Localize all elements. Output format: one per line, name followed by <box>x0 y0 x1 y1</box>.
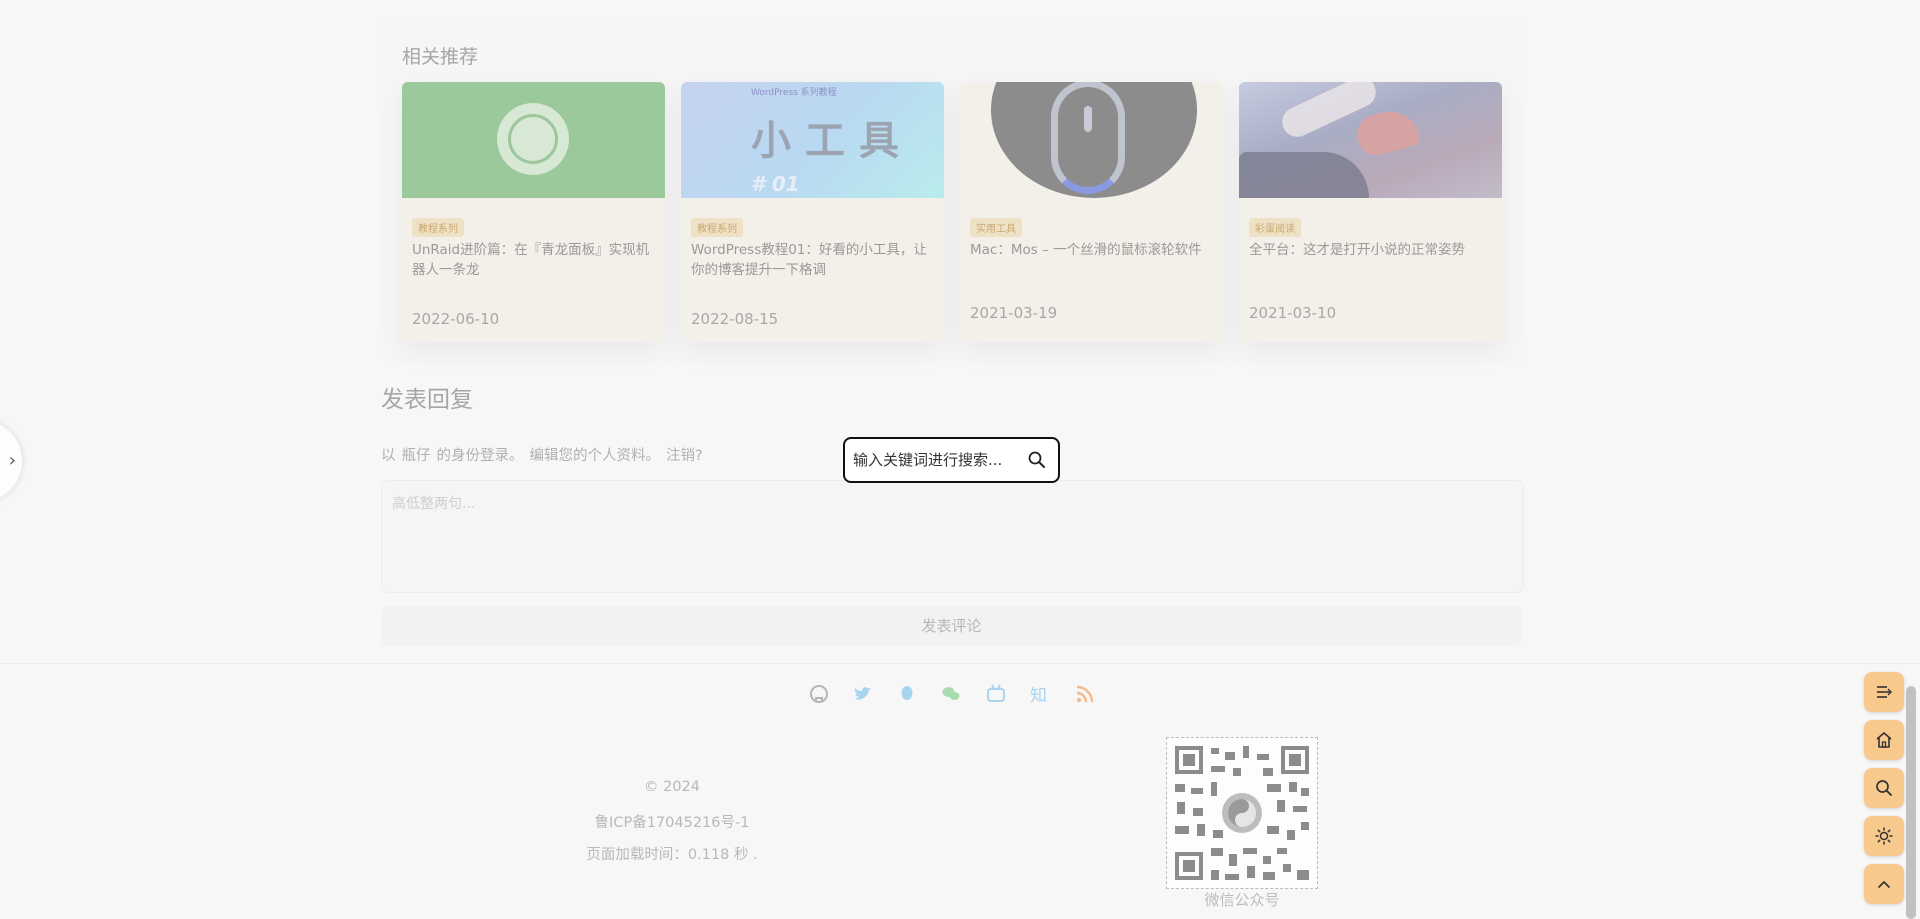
footer-divider <box>0 663 1920 664</box>
edit-profile-link[interactable]: 编辑您的个人资料。 <box>530 448 661 464</box>
related-title: 相关推荐 <box>402 46 479 68</box>
card-title[interactable]: UnRaid进阶篇：在『青龙面板』实现机器人一条龙 <box>412 240 658 280</box>
login-text: 的身份登录。 <box>436 448 524 464</box>
back-to-top-button[interactable] <box>1864 864 1904 904</box>
toc-button[interactable] <box>1864 672 1904 712</box>
thumb-heading: 小工具 <box>751 118 913 164</box>
home-button[interactable] <box>1864 720 1904 760</box>
related-posts: 相关推荐 教程系列 UnRaid进阶篇：在『青龙面板』实现机器人一条龙 2022… <box>382 18 1524 363</box>
copyright: © 2024 <box>643 779 700 795</box>
page: 相关推荐 教程系列 UnRaid进阶篇：在『青龙面板』实现机器人一条龙 2022… <box>0 0 1920 919</box>
card-thumbnail[interactable]: WordPress 系列教程 小工具 # 01 <box>681 82 944 198</box>
card-thumbnail[interactable] <box>1239 82 1502 198</box>
reply-title: 发表回复 <box>381 387 473 413</box>
search-button[interactable] <box>1864 768 1904 808</box>
category-tag[interactable]: 教程系列 <box>691 218 743 237</box>
theme-icon <box>1875 827 1893 845</box>
category-tag[interactable]: 实用工具 <box>970 218 1022 237</box>
search-input[interactable] <box>853 447 1023 473</box>
thumb-number: # 01 <box>751 172 800 196</box>
login-prefix: 以 <box>381 448 396 464</box>
chevron-up-icon <box>1878 881 1890 888</box>
icp-link[interactable]: 鲁ICP备17045216号-1 <box>472 811 872 832</box>
rss-icon[interactable] <box>1073 682 1097 706</box>
search-popup <box>843 437 1060 483</box>
card-title[interactable]: 全平台：这才是打开小说的正常姿势 <box>1249 240 1495 260</box>
card-title[interactable]: WordPress教程01：好看的小工具，让你的博客提升一下格调 <box>691 240 937 280</box>
card-thumbnail[interactable] <box>960 82 1223 198</box>
submit-comment-button[interactable]: 发表评论 <box>381 606 1522 646</box>
category-tag[interactable]: 彩蛋阅读 <box>1249 218 1301 237</box>
bilibili-icon[interactable] <box>984 682 1008 706</box>
card-thumbnail[interactable] <box>402 82 665 198</box>
login-status: 以瓶仔 的身份登录。 编辑您的个人资料。 注销? <box>381 444 709 465</box>
card-date: 2021-03-10 <box>1249 304 1337 322</box>
page-scrollbar[interactable] <box>1906 686 1916 919</box>
logout-link[interactable]: 注销? <box>666 448 703 464</box>
category-tag[interactable]: 教程系列 <box>412 218 464 237</box>
card-date: 2022-06-10 <box>412 310 500 328</box>
card-date: 2022-08-15 <box>691 310 779 328</box>
chevron-right-icon: › <box>8 450 16 471</box>
toc-icon <box>1877 686 1892 698</box>
wechat-qr-code <box>1166 737 1318 889</box>
username-link[interactable]: 瓶仔 <box>402 448 431 464</box>
mouse-icon <box>1051 82 1125 194</box>
related-card[interactable]: WordPress 系列教程 小工具 # 01 教程系列 WordPress教程… <box>681 82 944 342</box>
search-icon[interactable] <box>1027 450 1047 470</box>
home-icon <box>1876 732 1892 748</box>
load-time: 页面加载时间：0.118 秒 . <box>586 847 758 863</box>
comment-placeholder: 高低整两句... <box>392 496 476 512</box>
related-card[interactable]: 实用工具 Mac：Mos – 一个丝滑的鼠标滚轮软件 2021-03-19 <box>960 82 1223 342</box>
thumb-caption: WordPress 系列教程 <box>751 88 837 98</box>
related-card[interactable]: 教程系列 UnRaid进阶篇：在『青龙面板』实现机器人一条龙 2022-06-1… <box>402 82 665 342</box>
zhihu-icon[interactable]: 知 <box>1028 682 1052 706</box>
sidebar-toggle-button[interactable]: › <box>0 420 22 502</box>
qq-icon[interactable] <box>895 682 919 706</box>
svg-text:知: 知 <box>1030 686 1047 706</box>
card-title[interactable]: Mac：Mos – 一个丝滑的鼠标滚轮软件 <box>970 240 1216 260</box>
card-date: 2021-03-19 <box>970 304 1058 322</box>
github-icon[interactable] <box>807 682 831 706</box>
qr-label: 微信公众号 <box>1204 891 1280 909</box>
search-icon <box>1876 780 1892 796</box>
theme-toggle-button[interactable] <box>1864 816 1904 856</box>
wechat-icon[interactable] <box>939 682 963 706</box>
related-card[interactable]: 彩蛋阅读 全平台：这才是打开小说的正常姿势 2021-03-10 <box>1239 82 1502 342</box>
twitter-icon[interactable] <box>851 682 875 706</box>
comment-textarea[interactable]: 高低整两句... <box>381 480 1524 593</box>
